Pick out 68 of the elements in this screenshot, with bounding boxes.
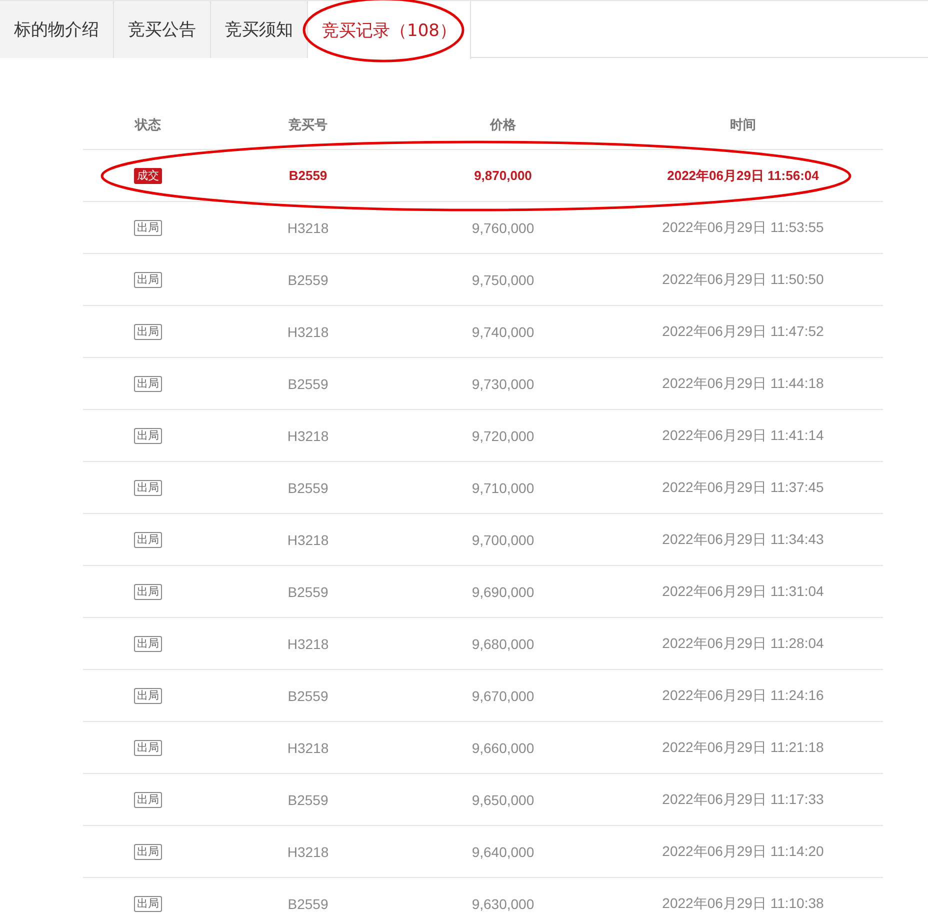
bid-price: 9,700,000 — [472, 532, 534, 548]
tab[interactable]: 标的物介绍 — [0, 1, 114, 58]
status-badge: 出局 — [134, 272, 162, 288]
bid-time: 2022年06月29日 11:17:33 — [662, 790, 824, 808]
bid-price: 9,690,000 — [472, 584, 534, 600]
bid-time: 2022年06月29日 11:56:04 — [667, 166, 819, 184]
bidder-number: H3218 — [287, 844, 329, 860]
tab[interactable]: 竞买记录（108） — [308, 1, 472, 59]
bidder-number: H3218 — [287, 428, 329, 444]
bid-price: 9,870,000 — [474, 168, 532, 183]
bid-time: 2022年06月29日 11:28:04 — [662, 634, 824, 652]
bid-time: 2022年06月29日 11:41:14 — [662, 426, 824, 444]
bid-time: 2022年06月29日 11:21:18 — [662, 738, 824, 756]
bid-price: 9,730,000 — [472, 376, 534, 392]
bid-price: 9,650,000 — [472, 792, 534, 808]
bid-price: 9,710,000 — [472, 480, 534, 496]
bidder-number: B2559 — [288, 584, 328, 600]
status-badge: 出局 — [134, 636, 162, 652]
status-badge: 出局 — [134, 844, 162, 860]
bid-time: 2022年06月29日 11:34:43 — [662, 530, 824, 548]
bidder-number: H3218 — [287, 532, 329, 548]
status-badge: 成交 — [134, 168, 162, 184]
bidder-number: B2559 — [288, 480, 328, 496]
status-badge: 出局 — [134, 480, 162, 496]
bid-time: 2022年06月29日 11:14:20 — [662, 842, 824, 860]
bid-time: 2022年06月29日 11:10:38 — [662, 894, 824, 912]
bid-price: 9,630,000 — [472, 896, 534, 912]
bid-price: 9,660,000 — [472, 740, 534, 756]
column-header: 竞买号 — [288, 116, 328, 134]
bid-price: 9,760,000 — [472, 220, 534, 236]
status-badge: 出局 — [134, 324, 162, 340]
bid-price: 9,670,000 — [472, 688, 534, 704]
bidder-number: B2559 — [288, 272, 328, 288]
bid-price: 9,720,000 — [472, 428, 534, 444]
status-badge: 出局 — [134, 220, 162, 236]
bidder-number: H3218 — [287, 636, 329, 652]
bidder-number: B2559 — [288, 792, 328, 808]
bidder-number: H3218 — [287, 324, 329, 340]
column-header: 时间 — [730, 116, 756, 134]
bid-price: 9,640,000 — [472, 844, 534, 860]
bid-time: 2022年06月29日 11:47:52 — [662, 322, 824, 340]
bidder-number: B2559 — [288, 688, 328, 704]
bidder-number: B2559 — [288, 168, 328, 183]
status-badge: 出局 — [134, 792, 162, 808]
bid-time: 2022年06月29日 11:37:45 — [662, 478, 824, 496]
column-header: 状态 — [135, 116, 161, 134]
status-badge: 出局 — [134, 740, 162, 756]
status-badge: 出局 — [134, 688, 162, 704]
status-badge: 出局 — [134, 896, 162, 912]
status-badge: 出局 — [134, 376, 162, 392]
tab[interactable]: 竞买须知 — [211, 1, 308, 58]
status-badge: 出局 — [134, 584, 162, 600]
bid-time: 2022年06月29日 11:24:16 — [662, 686, 824, 704]
tab[interactable]: 竞买公告 — [114, 1, 211, 58]
bid-time: 2022年06月29日 11:44:18 — [662, 374, 824, 392]
bidder-number: B2559 — [288, 376, 328, 392]
bid-price: 9,750,000 — [472, 272, 534, 288]
bid-price: 9,740,000 — [472, 324, 534, 340]
bidder-number: H3218 — [287, 220, 329, 236]
bid-time: 2022年06月29日 11:31:04 — [662, 582, 824, 600]
column-header: 价格 — [490, 116, 516, 134]
bid-price: 9,680,000 — [472, 636, 534, 652]
bidder-number: B2559 — [288, 896, 328, 912]
bidder-number: H3218 — [287, 740, 329, 756]
status-badge: 出局 — [134, 428, 162, 444]
status-badge: 出局 — [134, 532, 162, 548]
bid-time: 2022年06月29日 11:53:55 — [662, 218, 824, 236]
bid-time: 2022年06月29日 11:50:50 — [662, 270, 824, 288]
